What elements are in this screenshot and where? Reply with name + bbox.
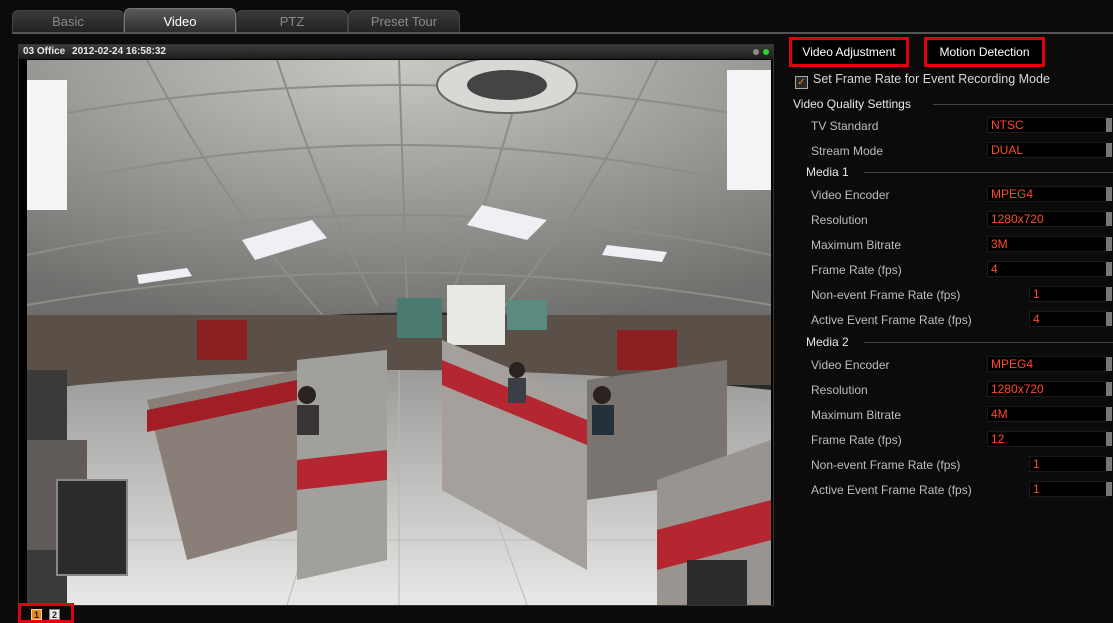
dropdown-arrow-icon[interactable]: [1106, 118, 1112, 132]
camera-label: 03 Office: [23, 46, 66, 57]
media1-nonevent-value: 1: [1033, 287, 1040, 301]
media2-framerate-value: 12: [991, 432, 1005, 446]
camera-live-image[interactable]: [27, 60, 771, 605]
media2-resolution-select[interactable]: 1280x720: [987, 381, 1112, 397]
tv-standard-value: NTSC: [991, 118, 1024, 132]
media1-framerate-label: Frame Rate (fps): [811, 263, 902, 277]
media1-bitrate-select[interactable]: 3M: [987, 236, 1112, 252]
media1-framerate-select[interactable]: 4: [987, 261, 1112, 277]
dropdown-arrow-icon[interactable]: [1106, 432, 1112, 446]
media2-nonevent-value: 1: [1033, 457, 1040, 471]
stream-mode-label: Stream Mode: [811, 144, 884, 158]
dropdown-arrow-icon[interactable]: [1106, 143, 1112, 157]
media2-framerate-select[interactable]: 12: [987, 431, 1112, 447]
media2-bitrate-select[interactable]: 4M: [987, 406, 1112, 422]
dropdown-arrow-icon[interactable]: [1106, 262, 1112, 276]
tv-standard-label: TV Standard: [811, 119, 879, 133]
tv-standard-select[interactable]: NTSC: [987, 117, 1112, 133]
media1-resolution-label: Resolution: [811, 213, 868, 227]
video-timestamp: 2012-02-24 16:58:32: [72, 46, 166, 57]
dropdown-arrow-icon[interactable]: [1106, 237, 1112, 251]
status-dot-green-icon: [763, 49, 769, 55]
media1-active-value: 4: [1033, 312, 1040, 326]
event-framerate-label: Set Frame Rate for Event Recording Mode: [813, 72, 1050, 86]
video-quality-title: Video Quality Settings: [793, 97, 911, 111]
stream-mode-value: DUAL: [991, 143, 1024, 157]
dropdown-arrow-icon[interactable]: [1106, 482, 1112, 496]
tab-divider: [12, 32, 1113, 34]
section-rule: [933, 104, 1113, 105]
media1-active-select[interactable]: 4: [1029, 311, 1112, 327]
media1-bitrate-label: Maximum Bitrate: [811, 238, 902, 252]
media1-bitrate-value: 3M: [991, 237, 1008, 251]
video-quality-section: Video Quality Settings: [793, 97, 1113, 111]
media2-bitrate-value: 4M: [991, 407, 1008, 421]
tab-basic[interactable]: Basic: [12, 10, 124, 32]
media1-resolution-value: 1280x720: [991, 212, 1044, 226]
dropdown-arrow-icon[interactable]: [1106, 382, 1112, 396]
video-adjustment-button[interactable]: Video Adjustment: [789, 37, 909, 67]
media2-title: Media 2: [806, 335, 849, 349]
dropdown-arrow-icon[interactable]: [1106, 287, 1112, 301]
media2-nonevent-select[interactable]: 1: [1029, 456, 1112, 472]
motion-detection-button[interactable]: Motion Detection: [924, 37, 1045, 67]
dropdown-arrow-icon[interactable]: [1106, 187, 1112, 201]
media2-resolution-label: Resolution: [811, 383, 868, 397]
section-rule: [864, 172, 1113, 173]
media2-encoder-label: Video Encoder: [811, 358, 890, 372]
tab-ptz[interactable]: PTZ: [236, 10, 348, 32]
tab-preset-tour[interactable]: Preset Tour: [348, 10, 460, 32]
media1-title: Media 1: [806, 165, 849, 179]
media1-encoder-label: Video Encoder: [811, 188, 890, 202]
media2-resolution-value: 1280x720: [991, 382, 1044, 396]
media2-nonevent-label: Non-event Frame Rate (fps): [811, 458, 961, 472]
section-rule: [864, 342, 1113, 343]
dropdown-arrow-icon[interactable]: [1106, 457, 1112, 471]
media2-active-value: 1: [1033, 482, 1040, 496]
dropdown-arrow-icon[interactable]: [1106, 212, 1112, 226]
media2-bitrate-label: Maximum Bitrate: [811, 408, 902, 422]
media2-section: Media 2: [806, 335, 1113, 349]
media2-encoder-value: MPEG4: [991, 357, 1034, 371]
page-2-button[interactable]: 2: [49, 609, 60, 620]
media2-active-select[interactable]: 1: [1029, 481, 1112, 497]
media2-encoder-select[interactable]: MPEG4: [987, 356, 1112, 372]
media1-nonevent-select[interactable]: 1: [1029, 286, 1112, 302]
media1-encoder-value: MPEG4: [991, 187, 1034, 201]
media1-nonevent-label: Non-event Frame Rate (fps): [811, 288, 961, 302]
media1-resolution-select[interactable]: 1280x720: [987, 211, 1112, 227]
media2-active-label: Active Event Frame Rate (fps): [811, 483, 972, 497]
video-panel: 03 Office 2012-02-24 16:58:32: [18, 44, 774, 606]
page-1-button[interactable]: 1: [31, 609, 42, 620]
tab-video[interactable]: Video: [124, 8, 236, 32]
video-title-bar: 03 Office 2012-02-24 16:58:32: [19, 45, 773, 59]
media2-framerate-label: Frame Rate (fps): [811, 433, 902, 447]
media1-framerate-value: 4: [991, 262, 998, 276]
stream-mode-select[interactable]: DUAL: [987, 142, 1112, 158]
dropdown-arrow-icon[interactable]: [1106, 312, 1112, 326]
event-framerate-checkbox[interactable]: ✓: [795, 76, 808, 89]
media1-encoder-select[interactable]: MPEG4: [987, 186, 1112, 202]
media1-active-label: Active Event Frame Rate (fps): [811, 313, 972, 327]
page-selector: 1 2: [18, 603, 74, 623]
dropdown-arrow-icon[interactable]: [1106, 407, 1112, 421]
status-dot-gray-icon: [753, 49, 759, 55]
event-framerate-option[interactable]: ✓ Set Frame Rate for Event Recording Mode: [795, 72, 1050, 89]
dropdown-arrow-icon[interactable]: [1106, 357, 1112, 371]
media1-section: Media 1: [806, 165, 1113, 179]
